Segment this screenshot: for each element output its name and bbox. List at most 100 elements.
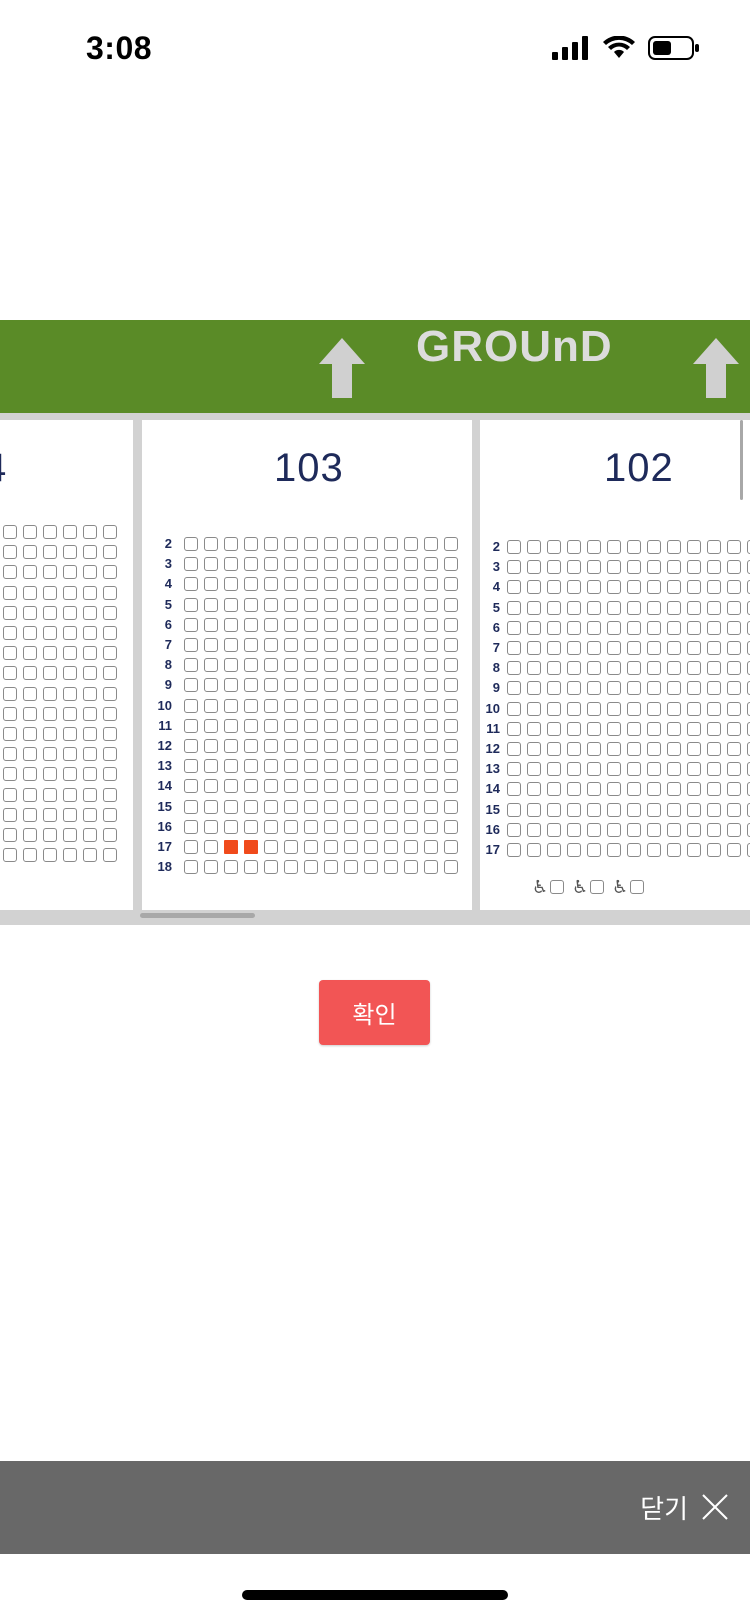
seat[interactable] — [224, 678, 238, 693]
seat[interactable] — [284, 557, 298, 572]
seat[interactable] — [83, 605, 97, 620]
seat[interactable] — [364, 577, 378, 592]
seat[interactable] — [507, 721, 521, 736]
seat[interactable] — [424, 557, 438, 572]
seat[interactable] — [304, 537, 318, 551]
seat[interactable] — [304, 779, 318, 794]
seat[interactable] — [3, 525, 17, 539]
seat[interactable] — [607, 641, 621, 655]
seat[interactable] — [707, 742, 721, 756]
seat[interactable] — [244, 597, 258, 612]
seat[interactable] — [344, 739, 358, 753]
seat[interactable] — [727, 580, 741, 595]
seat[interactable] — [304, 840, 318, 854]
seat[interactable] — [43, 747, 57, 762]
seat[interactable] — [63, 626, 77, 640]
seat[interactable] — [607, 681, 621, 696]
seat[interactable] — [424, 819, 438, 834]
seat[interactable] — [727, 782, 741, 797]
seat[interactable] — [667, 641, 681, 655]
seat[interactable] — [587, 843, 601, 857]
seat[interactable] — [627, 782, 641, 797]
seat[interactable] — [627, 641, 641, 655]
seat[interactable] — [527, 843, 541, 857]
seat[interactable] — [324, 819, 338, 834]
seat[interactable] — [224, 557, 238, 572]
seat[interactable] — [23, 828, 37, 842]
seat[interactable] — [404, 577, 418, 592]
seat[interactable] — [567, 721, 581, 736]
seat[interactable] — [707, 681, 721, 696]
seat[interactable] — [344, 819, 358, 834]
seat[interactable] — [647, 843, 661, 857]
seat[interactable] — [587, 822, 601, 837]
seat[interactable] — [304, 759, 318, 774]
seat[interactable] — [727, 721, 741, 736]
seat[interactable] — [103, 565, 117, 580]
seat[interactable] — [364, 860, 378, 875]
seat[interactable] — [547, 620, 561, 635]
seat[interactable] — [83, 646, 97, 661]
seat[interactable] — [627, 843, 641, 857]
seat[interactable] — [184, 779, 198, 794]
seat[interactable] — [507, 661, 521, 676]
seat[interactable] — [103, 807, 117, 822]
seat[interactable] — [204, 759, 218, 774]
seat[interactable] — [103, 545, 117, 560]
seat[interactable] — [83, 787, 97, 802]
seat[interactable] — [707, 540, 721, 554]
seat[interactable] — [344, 577, 358, 592]
seat[interactable] — [43, 848, 57, 863]
seat[interactable] — [687, 540, 701, 554]
seat[interactable] — [103, 626, 117, 640]
seat[interactable] — [547, 540, 561, 554]
seat[interactable] — [204, 617, 218, 632]
seat[interactable] — [667, 843, 681, 857]
seat[interactable] — [23, 807, 37, 822]
seat[interactable] — [567, 641, 581, 655]
seat[interactable] — [364, 840, 378, 854]
close-label[interactable]: 닫기 — [640, 1489, 688, 1526]
seat[interactable] — [264, 860, 278, 875]
seat[interactable] — [264, 840, 278, 854]
seat[interactable] — [667, 600, 681, 615]
seat[interactable] — [567, 560, 581, 575]
section-103-panel[interactable]: 103 2 3 4 5 6 7 8 9 10 11 12 13 14 15 16 17 18 — [142, 420, 472, 910]
seat[interactable] — [264, 779, 278, 794]
seat[interactable] — [204, 860, 218, 875]
seat[interactable] — [424, 537, 438, 551]
seat[interactable] — [527, 742, 541, 756]
seat[interactable] — [687, 580, 701, 595]
seat[interactable] — [727, 620, 741, 635]
seat[interactable] — [344, 698, 358, 713]
seat[interactable] — [224, 739, 238, 753]
seat[interactable] — [550, 880, 564, 894]
seat[interactable] — [667, 620, 681, 635]
seat[interactable] — [590, 880, 604, 894]
seat[interactable] — [304, 597, 318, 612]
seat[interactable] — [304, 577, 318, 592]
seat[interactable] — [204, 698, 218, 713]
seat[interactable] — [224, 658, 238, 673]
seat[interactable] — [23, 747, 37, 762]
seat[interactable] — [204, 718, 218, 733]
seat[interactable] — [507, 782, 521, 797]
seat[interactable] — [444, 597, 458, 612]
seat[interactable] — [384, 698, 398, 713]
seat[interactable] — [43, 605, 57, 620]
seat[interactable] — [424, 860, 438, 875]
seat[interactable] — [23, 727, 37, 741]
seat[interactable] — [667, 822, 681, 837]
seat[interactable] — [3, 646, 17, 661]
seat[interactable] — [384, 658, 398, 673]
seat[interactable] — [324, 739, 338, 753]
seat[interactable] — [567, 843, 581, 857]
seat[interactable] — [63, 686, 77, 701]
seat[interactable] — [244, 739, 258, 753]
seat[interactable] — [424, 638, 438, 652]
seat[interactable] — [607, 701, 621, 716]
seat[interactable] — [607, 822, 621, 837]
seat[interactable] — [647, 721, 661, 736]
seat[interactable] — [607, 540, 621, 554]
seat[interactable] — [444, 718, 458, 733]
